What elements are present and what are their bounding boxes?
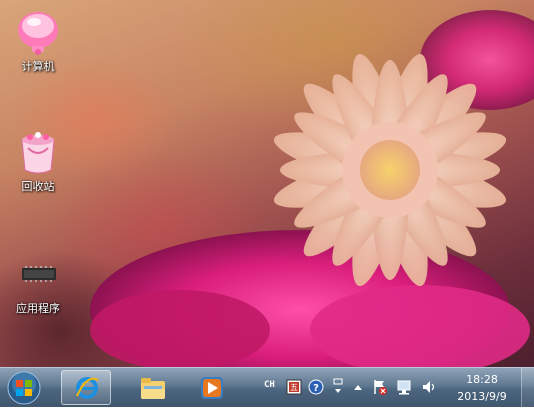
clock-time: 18:28 bbox=[466, 373, 498, 386]
action-center-flag-icon[interactable] bbox=[371, 377, 389, 397]
chip-icon bbox=[22, 266, 56, 282]
windows-start-orb-icon bbox=[7, 371, 41, 405]
desktop-icon-recycle-bin[interactable]: 回收站 bbox=[6, 128, 70, 194]
taskbar-media-player[interactable] bbox=[186, 370, 236, 405]
svg-text:五: 五 bbox=[290, 383, 298, 392]
taskbar: CH 五 ? 18:28 2013/9/9 bbox=[0, 367, 534, 408]
desktop-icon-label: 计算机 bbox=[21, 60, 55, 73]
desktop-background: 计算机 回收站 应用程序 bbox=[0, 0, 534, 367]
folder-icon bbox=[141, 378, 165, 399]
taskbar-internet-explorer[interactable] bbox=[61, 370, 111, 405]
network-icon[interactable] bbox=[395, 377, 413, 397]
volume-icon[interactable] bbox=[420, 377, 438, 397]
media-player-icon bbox=[201, 377, 223, 399]
svg-text:?: ? bbox=[313, 383, 319, 394]
wallpaper-flower-image bbox=[90, 10, 534, 367]
clock-date: 2013/9/9 bbox=[457, 390, 507, 403]
desktop-icon-computer[interactable]: 计算机 bbox=[6, 8, 70, 74]
ime-icon[interactable]: 五 bbox=[285, 377, 303, 397]
show-desktop-button[interactable] bbox=[521, 368, 534, 408]
ie-icon bbox=[76, 377, 99, 399]
taskbar-file-explorer[interactable] bbox=[126, 370, 176, 405]
start-button[interactable] bbox=[4, 369, 44, 407]
language-indicator[interactable]: CH bbox=[264, 380, 275, 390]
computer-icon bbox=[18, 12, 58, 55]
show-hidden-icons-arrow[interactable] bbox=[349, 377, 367, 397]
desktop-icon-label: 回收站 bbox=[21, 180, 55, 193]
help-icon[interactable]: ? bbox=[307, 377, 325, 397]
system-clock[interactable]: 18:28 2013/9/9 bbox=[452, 371, 512, 405]
recycle-bin-icon bbox=[21, 132, 55, 174]
ime-options-icon[interactable] bbox=[329, 377, 347, 397]
desktop-icon-label: 应用程序 bbox=[16, 302, 60, 315]
desktop-icon-applications[interactable]: 应用程序 bbox=[6, 250, 70, 316]
